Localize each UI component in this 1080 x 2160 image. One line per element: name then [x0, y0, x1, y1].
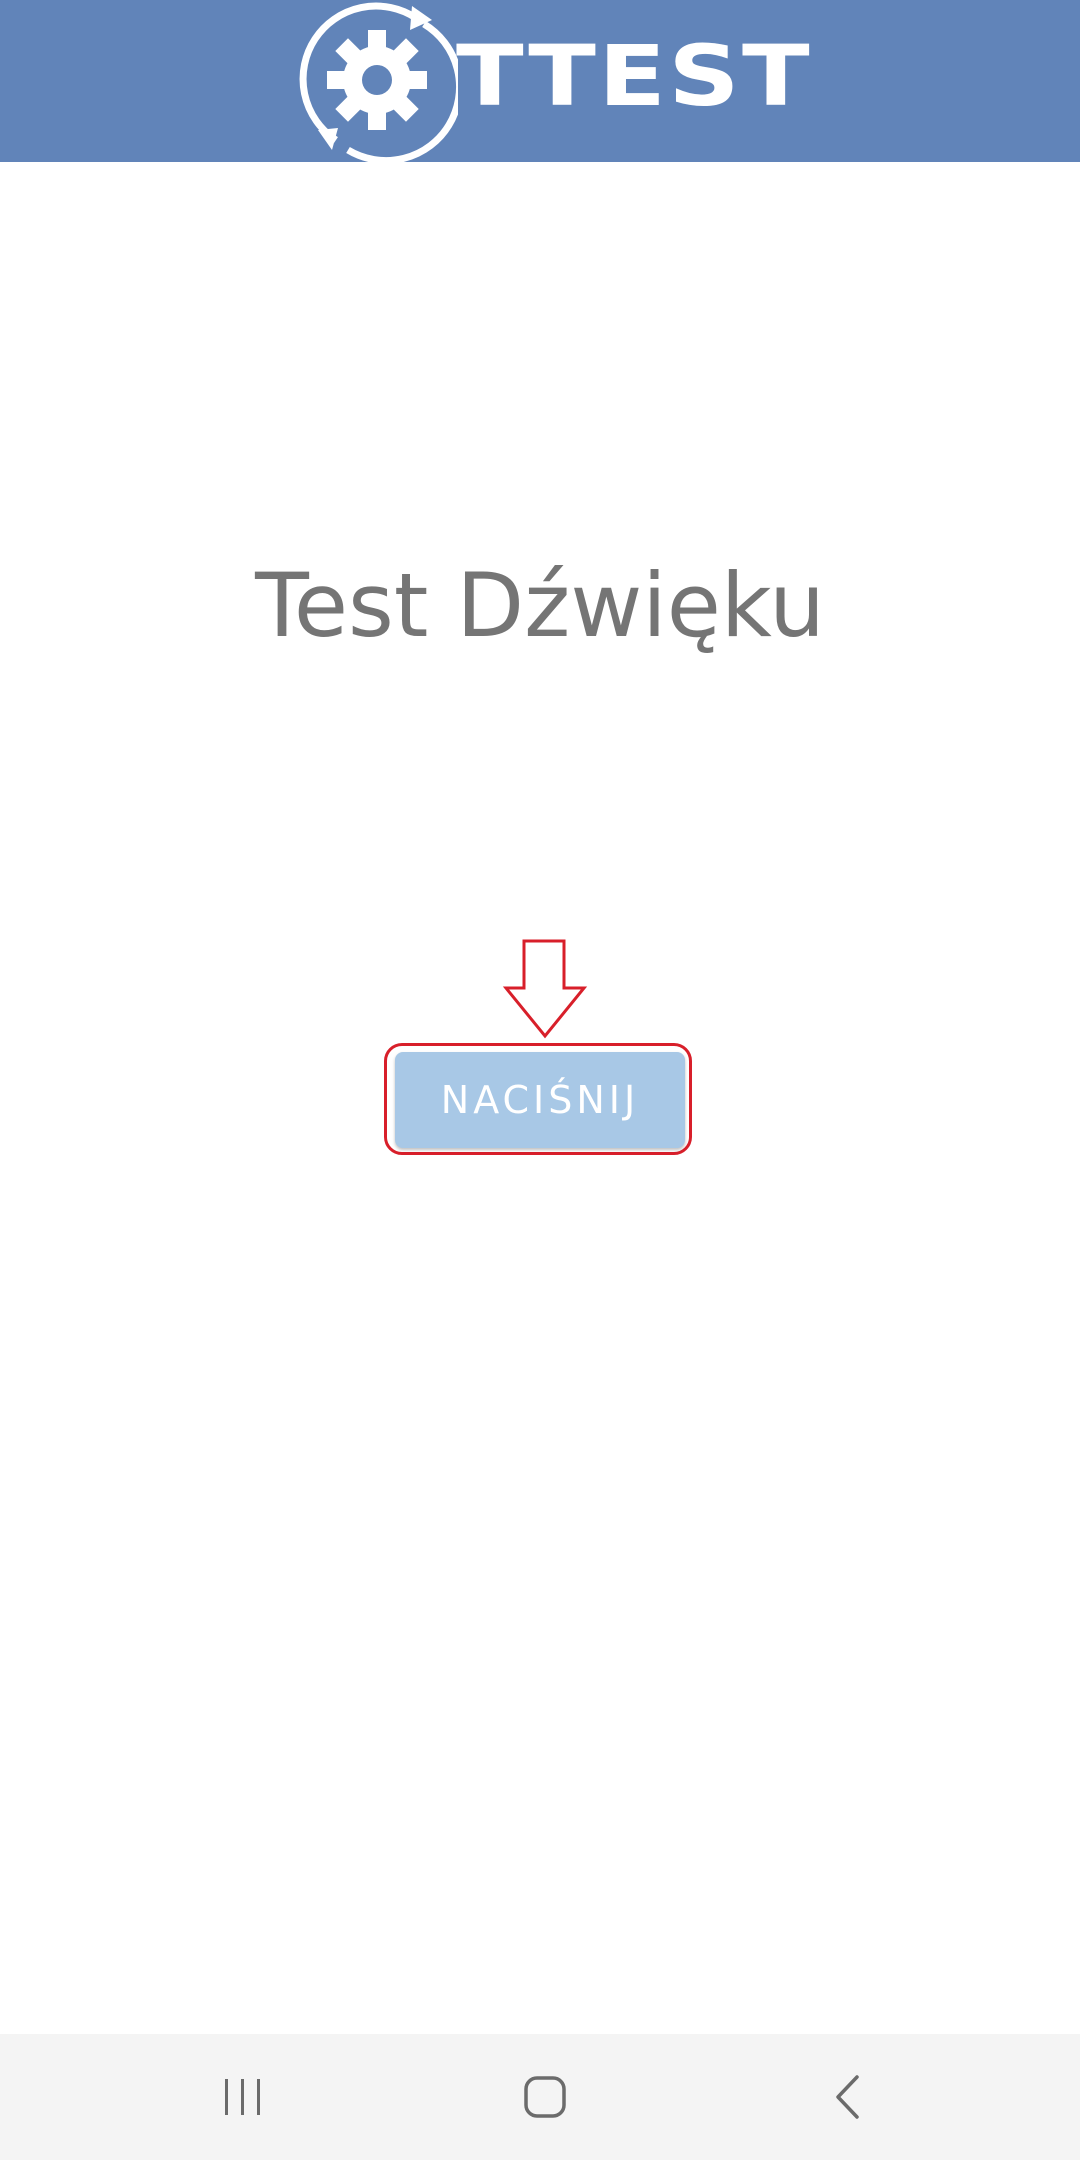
back-icon: [836, 2075, 859, 2119]
logo-text: TTEST: [456, 27, 813, 125]
down-arrow-icon: [502, 939, 588, 1039]
recents-icon: [225, 2079, 260, 2115]
page-title: Test Dźwięku: [255, 554, 825, 657]
back-button[interactable]: [748, 2034, 948, 2160]
app-header: TTEST: [0, 0, 1080, 162]
home-icon: [524, 2076, 566, 2118]
home-button[interactable]: [445, 2034, 645, 2160]
press-button[interactable]: NACIŚNIJ: [395, 1052, 685, 1148]
recents-button[interactable]: [143, 2034, 343, 2160]
app-logo: TTEST: [296, 0, 810, 162]
screen: TTEST Test Dźwięku NACIŚNIJ: [0, 0, 1080, 2160]
navigation-bar: [0, 2034, 1080, 2160]
gear-sync-icon: [299, 2, 458, 162]
